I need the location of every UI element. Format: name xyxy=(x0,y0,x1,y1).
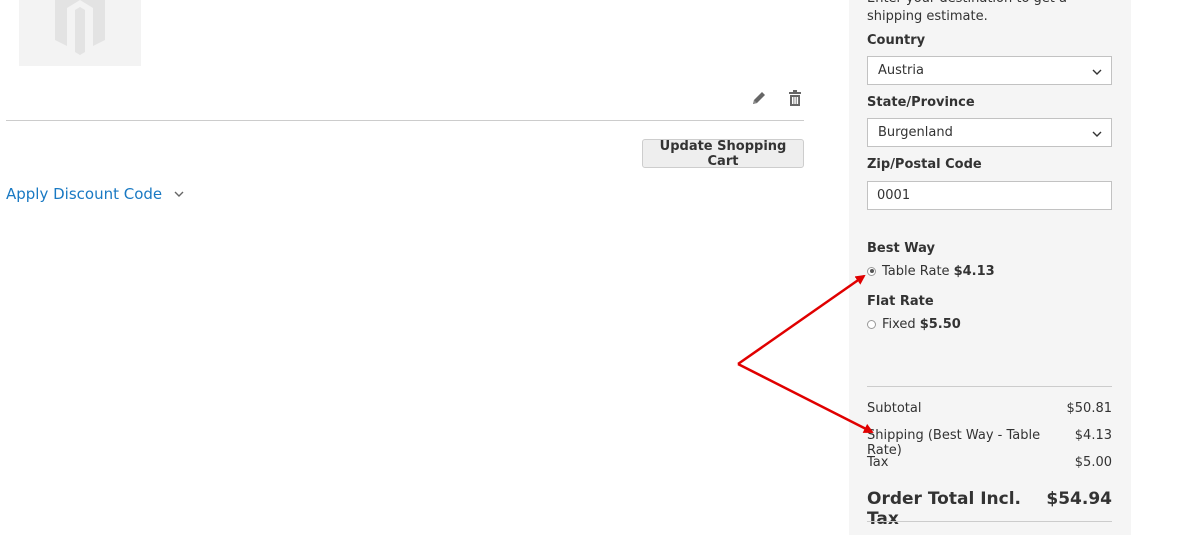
chevron-down-icon xyxy=(1092,69,1102,75)
subtotal-row: Subtotal $50.81 xyxy=(867,401,1112,416)
totals-divider-top xyxy=(867,386,1112,387)
order-summary-panel: Enter your destination to get a shipping… xyxy=(849,0,1131,535)
country-select[interactable]: Austria xyxy=(867,56,1112,85)
subtotal-label: Subtotal xyxy=(867,401,922,416)
fixed-rate-price: $5.50 xyxy=(919,316,961,332)
shipping-row: Shipping (Best Way - Table Rate) $4.13 xyxy=(867,428,1112,458)
shipping-label: Shipping (Best Way - Table Rate) xyxy=(867,428,1041,458)
zip-input[interactable] xyxy=(867,181,1112,210)
table-rate-radio[interactable] xyxy=(867,266,876,276)
apply-discount-toggle[interactable]: Apply Discount Code xyxy=(6,184,186,204)
order-total-value: $54.94 xyxy=(1046,489,1112,509)
tax-label: Tax xyxy=(867,455,889,470)
rate-option-fixed[interactable]: Fixed $5.50 xyxy=(867,316,961,332)
tax-value: $5.00 xyxy=(1074,455,1112,470)
state-label: State/Province xyxy=(867,95,975,110)
product-image-placeholder[interactable] xyxy=(19,0,141,66)
table-rate-method: Table Rate xyxy=(882,263,950,279)
table-rate-price: $4.13 xyxy=(953,263,995,279)
delete-item-trash-icon[interactable] xyxy=(785,88,805,108)
totals-divider-bottom xyxy=(867,521,1112,522)
shipping-value: $4.13 xyxy=(1074,428,1112,443)
magento-logo-icon xyxy=(55,0,105,55)
zip-label: Zip/Postal Code xyxy=(867,157,982,172)
arrow-to-table-rate xyxy=(737,274,866,366)
edit-item-pencil-icon[interactable] xyxy=(749,88,769,108)
subtotal-value: $50.81 xyxy=(1066,401,1113,416)
carrier-title-flat-rate: Flat Rate xyxy=(867,294,934,309)
apply-discount-label: Apply Discount Code xyxy=(6,185,163,203)
country-value: Austria xyxy=(878,63,924,78)
country-label: Country xyxy=(867,33,926,48)
fixed-rate-radio[interactable] xyxy=(867,319,876,329)
cart-item-divider xyxy=(6,120,804,121)
fixed-rate-method: Fixed xyxy=(882,316,916,332)
state-value: Burgenland xyxy=(878,125,953,140)
update-shopping-cart-button[interactable]: Update Shopping Cart xyxy=(642,139,804,169)
chevron-down-icon xyxy=(172,187,186,201)
carrier-title-best-way: Best Way xyxy=(867,241,935,256)
chevron-down-icon xyxy=(1092,131,1102,137)
order-total-row: Order Total Incl. Tax $54.94 xyxy=(867,489,1112,529)
tax-row: Tax $5.00 xyxy=(867,455,1112,470)
rate-option-table-rate[interactable]: Table Rate $4.13 xyxy=(867,263,995,279)
state-select[interactable]: Burgenland xyxy=(867,118,1112,147)
order-total-label: Order Total Incl. Tax xyxy=(867,489,1021,529)
shipping-estimate-intro: Enter your destination to get a shipping… xyxy=(867,0,1067,24)
